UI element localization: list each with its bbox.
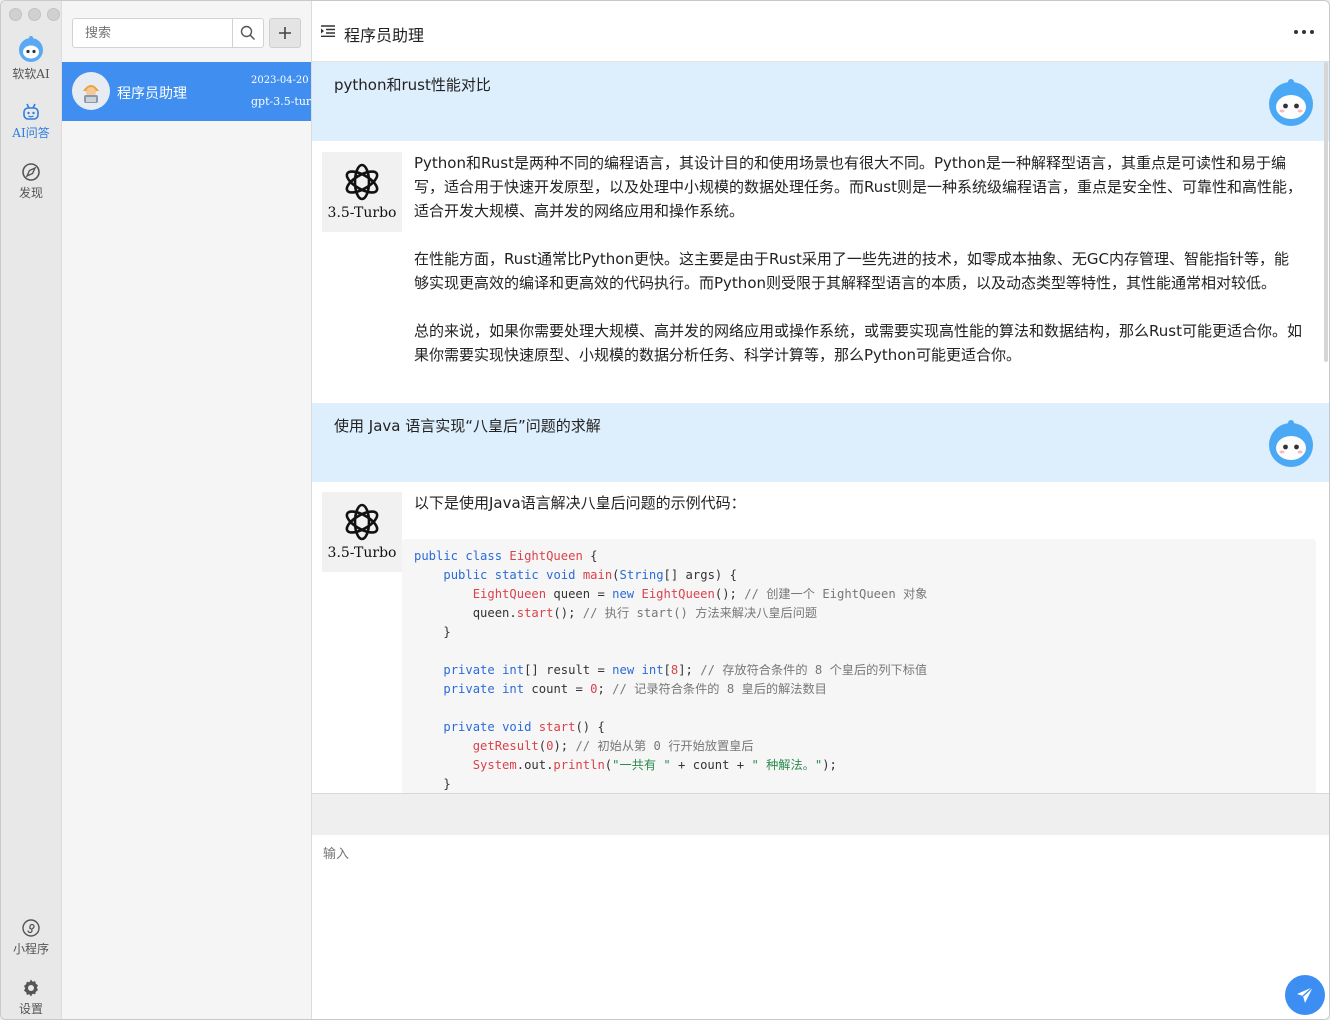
assistant-badge: 3.5-Turbo xyxy=(322,152,402,232)
compass-icon xyxy=(22,163,40,181)
nav-label-ai-qa: AI问答 xyxy=(12,126,50,140)
search-button[interactable] xyxy=(232,19,263,47)
assistant-paragraph: Python和Rust是两种不同的编程语言，其设计目的和使用场景也有很大不同。P… xyxy=(414,154,1302,220)
nav-label-mini-program: 小程序 xyxy=(12,942,49,956)
minimize-window-button[interactable] xyxy=(28,8,41,21)
message-input[interactable] xyxy=(312,835,1329,1019)
window-controls xyxy=(9,8,60,21)
nav-item-settings[interactable]: 设置 xyxy=(1,978,61,1017)
conversation-list-panel: 程序员助理 2023-04-20 gpt-3.5-turbo xyxy=(62,1,312,1019)
chat-panel: 程序员助理 python和rust性能对比 3.5-Turbo Python和R… xyxy=(312,1,1329,1019)
conversation-name: 程序员助理 xyxy=(117,86,187,102)
composer xyxy=(312,835,1329,1019)
code-line: public static void main(String[] args) { xyxy=(443,568,737,582)
code-line: } xyxy=(414,625,451,639)
code-line: queen.start(); // 执行 start() 方法来解决八皇后问题 xyxy=(414,606,818,620)
assistant-message: 3.5-Turbo 以下是使用Java语言解决八皇后问题的示例代码： publi… xyxy=(312,482,1329,793)
plus-icon xyxy=(279,27,291,39)
assistant-badge: 3.5-Turbo xyxy=(322,492,402,572)
assistant-model-label: 3.5-Turbo xyxy=(327,545,397,561)
code-line: private int[] result = new int[8]; // 存放… xyxy=(443,663,928,677)
conversation-model: gpt-3.5-turbo xyxy=(251,95,311,108)
openai-logo-icon xyxy=(345,163,379,201)
menu-indent-icon[interactable] xyxy=(321,25,335,37)
chat-header: 程序员助理 xyxy=(312,1,1329,62)
nav-item-mini-program[interactable]: 小程序 xyxy=(1,918,61,957)
assistant-paragraph: 以下是使用Java语言解决八皇后问题的示例代码： xyxy=(414,494,746,512)
app-label: 软软AI xyxy=(12,67,50,81)
assistant-message-text: 以下是使用Java语言解决八皇后问题的示例代码： xyxy=(414,491,1302,539)
more-options-button[interactable] xyxy=(1293,19,1315,40)
conversation-item[interactable]: 程序员助理 2023-04-20 gpt-3.5-turbo xyxy=(62,62,311,121)
user-avatar xyxy=(1269,420,1313,467)
conversation-date: 2023-04-20 xyxy=(251,75,309,86)
app-window: 软软AI AI问答 发现 小程序 设置 搜索 程序员助理 2023-04-20 … xyxy=(0,0,1330,1020)
code-line: } xyxy=(414,777,451,791)
composer-toolbar xyxy=(312,793,1329,836)
assistant-paragraph: 在性能方面，Rust通常比Python更快。这主要是由于Rust采用了一些先进的… xyxy=(414,250,1290,292)
send-icon xyxy=(1297,986,1314,1003)
send-button[interactable] xyxy=(1285,975,1325,1015)
bot-logo-icon xyxy=(19,36,43,62)
code-block: public class EightQueen { public static … xyxy=(402,539,1316,793)
code-line: EightQueen queen = new EightQueen(); // … xyxy=(472,587,928,601)
code-line: private void start() { xyxy=(443,720,605,734)
code-line: private int count = 0; // 记录符合条件的 8 皇后的解… xyxy=(443,682,827,696)
assistant-message: 3.5-Turbo Python和Rust是两种不同的编程语言，其设计目的和使用… xyxy=(312,141,1329,403)
code-line: System.out.println("一共有 " + count + " 种解… xyxy=(472,758,837,772)
mini-program-icon xyxy=(22,919,40,937)
nav-rail: 软软AI AI问答 发现 小程序 设置 xyxy=(1,1,62,1019)
close-window-button[interactable] xyxy=(9,8,22,21)
search-box xyxy=(72,18,264,48)
user-message-text: python和rust性能对比 xyxy=(334,76,491,94)
search-input[interactable] xyxy=(83,19,237,47)
user-message: python和rust性能对比 xyxy=(312,62,1329,141)
message-list[interactable]: python和rust性能对比 3.5-Turbo Python和Rust是两种… xyxy=(312,62,1329,793)
zoom-window-button[interactable] xyxy=(47,8,60,21)
new-conversation-button[interactable] xyxy=(269,18,301,48)
conversation-avatar xyxy=(72,72,110,110)
nav-item-ai-qa[interactable]: AI问答 xyxy=(1,102,61,141)
app-logo[interactable]: 软软AI xyxy=(1,35,61,82)
assistant-message-text: Python和Rust是两种不同的编程语言，其设计目的和使用场景也有很大不同。P… xyxy=(414,151,1302,391)
user-message-text: 使用 Java 语言实现“八皇后”问题的求解 xyxy=(334,417,601,435)
robot-icon xyxy=(23,103,39,120)
gear-icon xyxy=(24,979,38,997)
search-icon xyxy=(240,25,256,41)
user-avatar xyxy=(1269,79,1313,126)
user-message: 使用 Java 语言实现“八皇后”问题的求解 xyxy=(312,403,1329,482)
openai-logo-icon xyxy=(345,503,379,541)
nav-label-discover: 发现 xyxy=(18,186,43,200)
chat-title: 程序员助理 xyxy=(344,26,425,45)
programmer-avatar-icon xyxy=(83,85,99,103)
assistant-model-label: 3.5-Turbo xyxy=(327,205,397,221)
code-line: public class EightQueen { xyxy=(414,549,598,563)
nav-item-discover[interactable]: 发现 xyxy=(1,162,61,201)
assistant-paragraph: 总的来说，如果你需要处理大规模、高并发的网络应用或操作系统，或需要实现高性能的算… xyxy=(414,322,1302,364)
more-dots-icon xyxy=(1294,30,1314,34)
code-line: getResult(0); // 初始从第 0 行开始放置皇后 xyxy=(472,739,754,753)
nav-label-settings: 设置 xyxy=(18,1002,43,1016)
message-scrollbar[interactable] xyxy=(1324,62,1328,362)
